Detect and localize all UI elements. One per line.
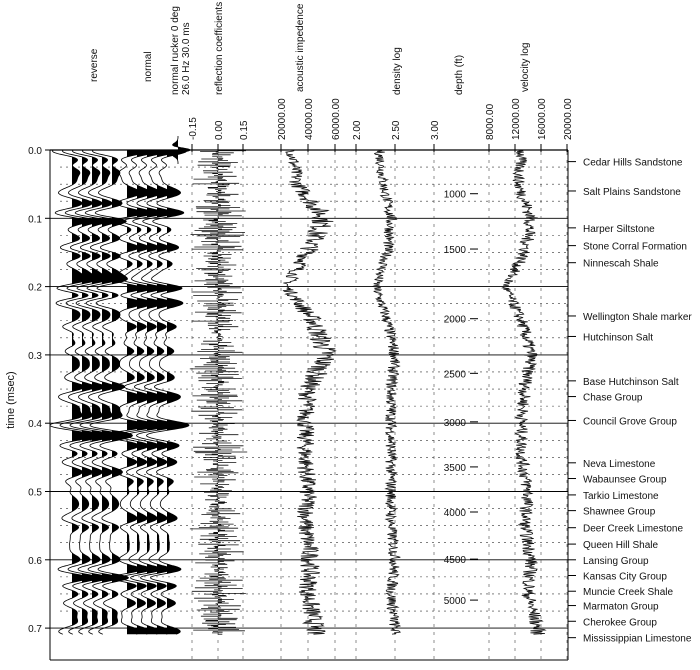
wavelet-label-2: 26.0 Hz — [181, 61, 192, 95]
formation-label: Stone Corral Formation — [583, 242, 687, 253]
time-tick-label: 0.7 — [28, 624, 42, 635]
velocity-tick-label: 12000.00 — [511, 98, 522, 140]
reflection-tick-label: 0.15 — [239, 120, 250, 140]
formation-label: Marmaton Group — [583, 602, 659, 613]
density-tick-label: 2.50 — [391, 120, 402, 140]
impedance-label: acoustic impedence — [295, 3, 306, 92]
formation-label: Neva Limestone — [583, 459, 656, 470]
depth-label: depth (ft) — [454, 55, 465, 95]
velocity-tick-label: 16000.00 — [537, 98, 548, 140]
time-tick-label: 0.3 — [28, 351, 42, 362]
column-label-normal: normal — [143, 51, 154, 82]
formation-label: Salt Plains Sandstone — [583, 187, 681, 198]
formation-label: Cherokee Group — [583, 617, 657, 628]
time-tick-label: 0.1 — [28, 214, 42, 225]
depth-label: 4000 — [444, 508, 467, 519]
time-tick-label: 0.5 — [28, 488, 42, 499]
depth-label: 2500 — [444, 369, 467, 380]
acoustic-impedance-curve — [282, 149, 337, 635]
reflection-label: reflection coefficients — [214, 2, 225, 95]
formation-label: Cedar Hills Sandstone — [583, 158, 683, 169]
velocity-tick-label: 20000.00 — [563, 98, 574, 140]
depth-label: 2000 — [444, 315, 467, 326]
formation-label: Chase Group — [583, 393, 643, 404]
formation-label: Wellington Shale marker — [583, 312, 692, 323]
density-label: density log — [392, 47, 403, 95]
depth-label: 3000 — [444, 418, 467, 429]
depth-label: 1000 — [444, 190, 467, 201]
density-tick-label: 2.00 — [352, 120, 363, 140]
formation-label: Base Hutchinson Salt — [583, 377, 679, 388]
formation-label: Queen Hill Shale — [583, 540, 658, 551]
time-tick-label: 0.2 — [28, 283, 42, 294]
depth-label: 4500 — [444, 555, 467, 566]
formation-label: Muncie Creek Shale — [583, 587, 673, 598]
density-log-curve — [372, 149, 402, 635]
formation-label: Tarkio Limestone — [583, 491, 659, 502]
time-tick-label: 0.4 — [28, 419, 42, 430]
formation-label: Kansas City Group — [583, 572, 667, 583]
density-tick-label: 3.00 — [430, 120, 441, 140]
formation-label: Wabaunsee Group — [583, 475, 667, 486]
formation-label: Lansing Group — [583, 556, 649, 567]
impedance-tick-label: 40000.00 — [304, 98, 315, 140]
formation-label: Shawnee Group — [583, 507, 656, 518]
time-tick-label: 0.0 — [28, 146, 42, 157]
reflection-tick-label: 0.00 — [214, 120, 225, 140]
reflection-tick-label: -0.15 — [188, 117, 199, 140]
formation-label: Ninnescah Shale — [583, 259, 659, 270]
impedance-tick-label: 20000.00 — [277, 98, 288, 140]
y-axis-label: time (msec) — [5, 371, 17, 428]
formation-label: Council Grove Group — [583, 416, 677, 427]
synthetic-seismogram: time (msec) reverse normal normal rucker… — [5, 2, 692, 661]
depth-label: 5000 — [444, 596, 467, 607]
wavelet-label-3: 30.0 ms — [181, 22, 192, 58]
depth-label: 1500 — [444, 245, 467, 256]
time-tick-label: 0.6 — [28, 556, 42, 567]
velocity-log-curve — [501, 149, 547, 635]
formation-label: Harper Siltstone — [583, 224, 655, 235]
formation-label: Mississippian Limestone — [583, 634, 692, 645]
impedance-tick-label: 60000.00 — [331, 98, 342, 140]
column-label-reverse: reverse — [89, 48, 100, 82]
velocity-tick-label: 8000.00 — [485, 103, 496, 140]
velocity-label: velocity log — [520, 43, 531, 92]
wavelet-label-1: normal rucker 0 deg — [170, 6, 181, 95]
depth-label: 3500 — [444, 463, 467, 474]
reflection-coefficient-spikes — [189, 150, 248, 635]
formation-label: Deer Creek Limestone — [583, 524, 683, 535]
formation-label: Hutchinson Salt — [583, 332, 653, 343]
